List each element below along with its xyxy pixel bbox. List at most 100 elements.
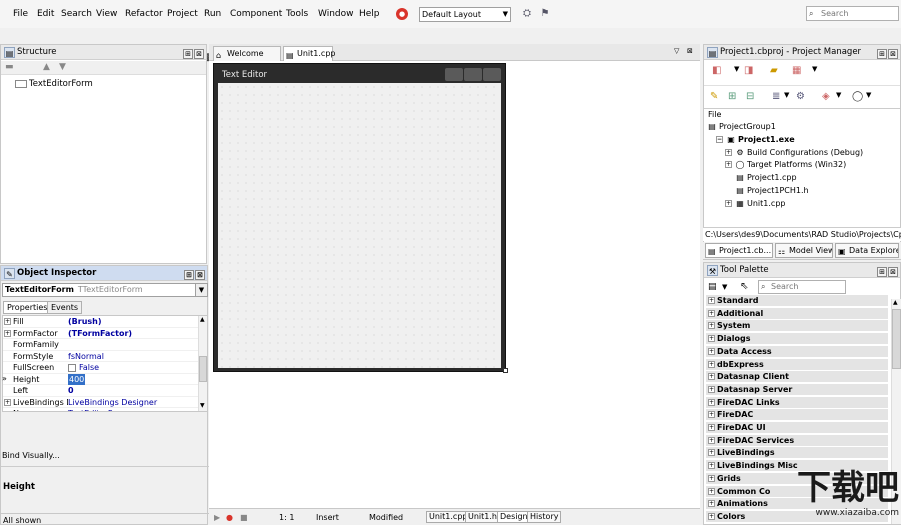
chevron-down-icon[interactable]: ▼ [866,91,871,99]
palette-category[interactable]: + Datasnap Server [706,383,888,396]
expand-icon[interactable]: + [708,474,715,482]
expand-icon[interactable]: + [708,398,715,406]
expand-icon[interactable]: + [4,329,11,337]
move-down-icon[interactable]: ▼ [59,62,66,72]
pin-icon[interactable]: ⊞ [877,267,887,277]
object-selector[interactable]: TextEditorForm TTextEditorForm ▼ [2,283,208,297]
chevron-down-icon[interactable]: ▼ [836,91,841,99]
fullscreen-checkbox[interactable] [68,363,76,372]
structure-tree-node[interactable]: TextEditorForm [15,79,93,89]
property-value[interactable]: 400 [68,373,86,385]
palette-category[interactable]: + Data Access [706,345,888,358]
collapse-icon[interactable]: ⊟ [746,91,754,102]
expand-icon[interactable]: + [708,347,715,355]
menu-search[interactable]: Search [61,9,92,19]
expand-icon[interactable]: + [708,297,715,304]
tab-events[interactable]: Events [47,301,83,314]
expand-icon[interactable]: + [725,148,732,156]
move-up-icon[interactable]: ▲ [43,62,50,72]
property-row[interactable]: Left 0 [3,385,199,397]
property-value[interactable]: fsNormal [68,351,104,363]
tab-welcome-page[interactable]: ⌂Welcome Page [213,46,281,71]
chevron-down-icon[interactable]: ▼ [784,91,789,99]
tab-list-icon[interactable]: ▽ [674,47,679,55]
palette-category[interactable]: + Dialogs [706,333,888,346]
sort-icon[interactable]: ≣ [772,91,780,102]
chevron-down-icon[interactable]: ▼ [722,283,727,291]
menu-edit[interactable]: Edit [37,9,54,19]
new-project-icon[interactable]: ◨ [744,65,753,76]
sync-icon[interactable]: ✎ [710,91,718,102]
scroll-down-icon[interactable]: ▼ [200,402,205,409]
tab-bottom-unit1-cpp[interactable]: Unit1.cpp [426,511,471,523]
menu-component[interactable]: Component [230,9,282,19]
expand-icon[interactable]: + [708,335,715,343]
property-row[interactable]: NameTextEditorForm [3,408,199,411]
palette-category[interactable]: + FireDAC [706,409,888,422]
record-macro-icon[interactable]: ● [226,513,233,522]
build-icon[interactable]: ◈ [822,91,830,102]
project-tree-item[interactable]: ▤ Project1.cpp [725,173,796,182]
expand-icon[interactable]: + [708,373,715,381]
palette-category[interactable]: + dbExpress [706,358,888,371]
menu-project[interactable]: Project [167,9,198,19]
expand-icon[interactable]: + [708,360,715,368]
expand-icon[interactable]: + [708,449,715,457]
tab-bottom-unit1-h[interactable]: Unit1.h [465,511,500,523]
expand-icon[interactable]: + [708,500,715,508]
project-tree-item[interactable]: ▤ ProjectGroup1 [707,122,776,131]
menu-tools[interactable]: Tools [286,9,308,19]
property-row[interactable]: FullScreen False [3,362,199,374]
project-tree-item[interactable]: + ◯ Target Platforms (Win32) [725,160,846,169]
ide-search-input[interactable]: ⌕ Search [806,6,899,21]
collapse-icon[interactable]: − [716,135,723,143]
palette-category[interactable]: + Standard [706,295,888,307]
categories-icon[interactable]: ▤ [708,282,717,292]
project-tree-item[interactable]: − ▣ Project1.exe [716,135,795,144]
menu-run[interactable]: Run [204,9,221,19]
expand-icon[interactable]: + [708,424,715,431]
palette-category[interactable]: + System [706,320,888,333]
resize-handle[interactable] [503,368,508,373]
filter-icon[interactable]: ⚙ [796,91,805,102]
property-scrollbar[interactable]: ▲ ▼ [198,316,207,411]
close-icon[interactable]: ⊠ [195,270,205,280]
pin-icon[interactable]: ⊞ [183,49,193,59]
menu-file[interactable]: File [13,9,28,19]
tab-properties[interactable]: Properties [3,301,52,314]
expand-icon[interactable]: + [708,512,715,520]
property-row[interactable]: Height 400 [3,373,199,385]
options-icon[interactable]: ▦ [792,65,801,76]
menu-window[interactable]: Window [318,9,354,19]
save-desktop-icon[interactable]: ⛭ [520,7,534,21]
palette-category[interactable]: + Datasnap Client [706,371,888,384]
chevron-down-icon[interactable]: ▼ [734,65,739,73]
open-project-icon[interactable]: ▰ [770,65,778,76]
property-value[interactable]: 0 [68,385,74,397]
project-tree-item[interactable]: + ▦ Unit1.cpp [725,199,785,208]
palette-category[interactable]: + LiveBindings [706,447,888,460]
property-value[interactable]: (TFormFactor) [68,328,132,340]
tab-project-manager[interactable]: ▤ Project1.cb... [705,243,773,258]
close-icon[interactable]: ⊠ [888,267,898,277]
expand-icon[interactable]: + [725,199,732,207]
expand-icon[interactable]: + [4,398,11,406]
bind-visually-link[interactable]: Bind Visually... [2,451,60,460]
form-preview-window[interactable]: Text Editor [213,63,506,372]
palette-category[interactable]: + FireDAC UI [706,422,888,434]
property-value[interactable]: (Brush) [68,316,102,328]
tab-data-explorer[interactable]: ▣ Data Explorer [835,243,899,258]
expand-icon[interactable]: + [708,436,715,444]
menu-refactor[interactable]: Refactor [125,9,163,19]
property-value[interactable]: False [79,363,99,372]
stop-macro-icon[interactable]: ■ [240,513,248,522]
expand-icon[interactable]: ⊞ [728,91,736,102]
property-row[interactable]: + Fill (Brush) [3,316,199,328]
folder-icon[interactable]: ▬ [5,62,14,72]
expand-icon[interactable]: + [725,161,732,169]
chevron-down-icon[interactable]: ▼ [812,65,817,73]
project-tree-item[interactable]: + ⚙ Build Configurations (Debug) [725,148,863,157]
tab-bottom-history[interactable]: History [527,511,562,523]
close-tab-icon[interactable]: ⊠ [687,47,693,55]
pointer-icon[interactable]: ⇖ [740,281,748,292]
